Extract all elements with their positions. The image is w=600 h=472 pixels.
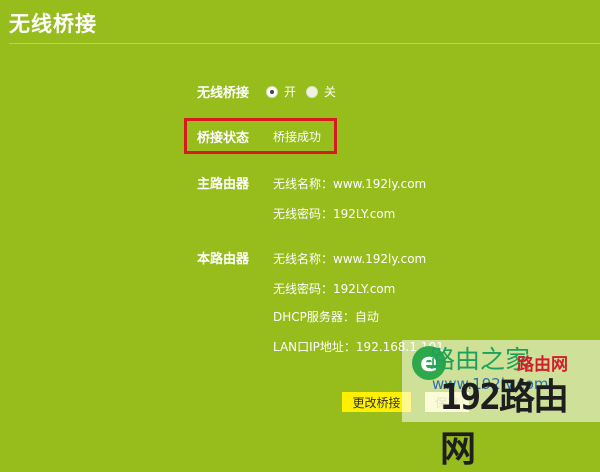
bridge-radio-group: 开 关 [266,83,346,100]
this-router-dhcp: DHCP服务器：自动 [273,310,379,324]
page-title: 无线桥接 [9,12,97,36]
bridge-on-label: 开 [284,85,297,99]
bridge-on-radio[interactable]: 开 [266,83,296,100]
main-router-ssid: 无线名称：www.192ly.com [273,177,427,191]
title-divider [9,43,600,44]
bridge-label: 无线桥接 [197,86,250,101]
bridge-off-radio[interactable]: 关 [306,83,336,100]
status-value: 桥接成功 [273,130,322,144]
change-bridge-button[interactable]: 更改桥接 [342,392,411,412]
watermark-big-text: 192路由网 [440,377,569,470]
main-router-password: 无线密码：192LY.com [273,207,396,221]
this-router-password: 无线密码：192LY.com [273,282,396,296]
radio-checked-icon[interactable] [266,85,278,98]
bridge-off-label: 关 [324,85,337,99]
this-router-label: 本路由器 [197,252,250,267]
status-label: 桥接状态 [197,131,250,146]
main-router-label: 主路由器 [197,177,250,192]
radio-unchecked-icon[interactable] [306,85,319,98]
this-router-ssid: 无线名称：www.192ly.com [273,252,427,266]
